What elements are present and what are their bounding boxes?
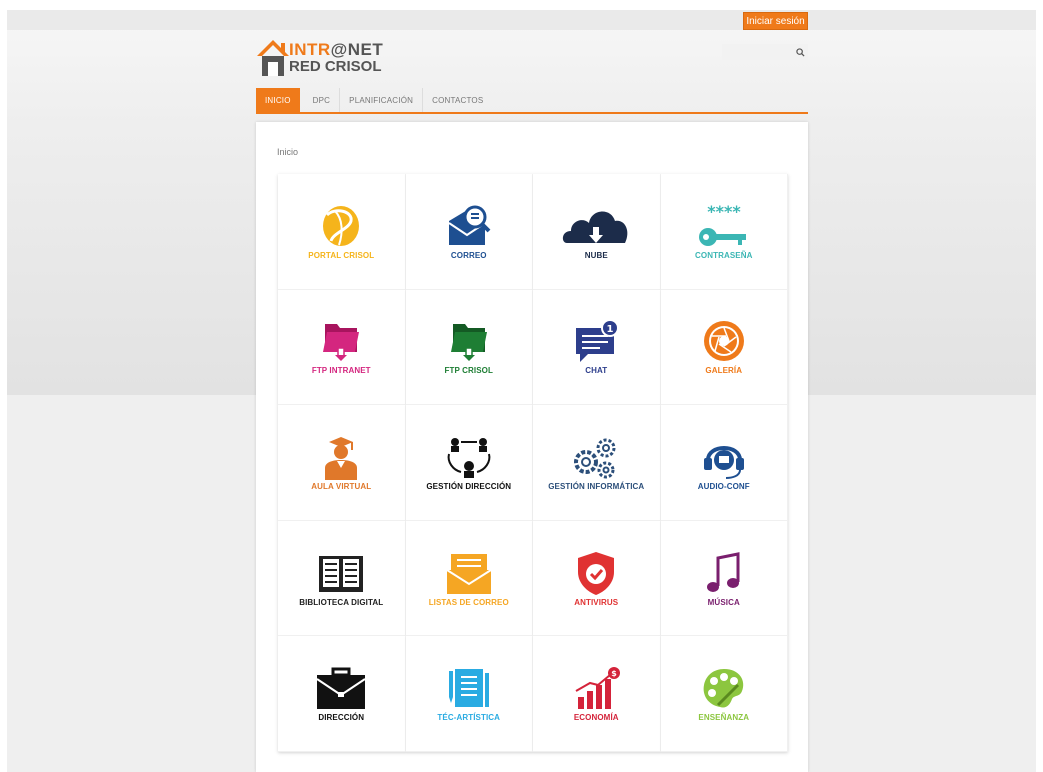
document-pencil-icon — [448, 669, 489, 708]
svg-text:$: $ — [611, 669, 617, 678]
tile-label: CHAT — [585, 366, 608, 376]
tile-label: FTP INTRANET — [311, 366, 371, 376]
gears-icon — [574, 438, 616, 479]
tile-chat[interactable]: 1 CHAT — [533, 289, 661, 406]
tile-label: MÚSICA — [707, 597, 740, 607]
music-note-icon — [706, 551, 740, 592]
tile-galeria[interactable]: GALERÍA — [660, 289, 788, 406]
tile-label: CORREO — [450, 250, 487, 260]
tile-contrasena[interactable]: **** CONTRASEÑA — [660, 174, 788, 290]
nav-item-dpc[interactable]: DPC — [304, 88, 341, 112]
top-bar — [7, 10, 1036, 30]
chat-icon: 1 — [576, 319, 620, 363]
svg-text:1: 1 — [607, 324, 614, 335]
camera-shutter-icon — [703, 321, 744, 362]
nav-item-inicio[interactable]: INICIO — [256, 88, 300, 112]
globe-icon — [323, 205, 360, 246]
tile-ftp-crisol[interactable]: FTP CRISOL — [405, 289, 533, 406]
headset-icon — [703, 446, 744, 479]
tile-ensenanza[interactable]: ENSEÑANZA — [660, 636, 788, 752]
app-grid: PORTAL CRISOL CORREO NUBE **** CONTRASEÑ… — [278, 174, 788, 752]
tile-direccion[interactable]: DIRECCIÓN — [278, 636, 406, 752]
tile-label: ECONOMÍA — [573, 713, 619, 723]
palette-icon — [703, 669, 743, 708]
tile-musica[interactable]: MÚSICA — [660, 520, 788, 637]
svg-text:****: **** — [707, 203, 741, 221]
briefcase-icon — [316, 667, 366, 710]
tile-label: GESTIÓN INFORMÁTICA — [548, 481, 645, 491]
book-icon — [319, 555, 364, 592]
tile-ftp-intranet[interactable]: FTP INTRANET — [278, 289, 406, 406]
tile-correo[interactable]: CORREO — [405, 174, 533, 290]
tile-label: BIBLIOTECA DIGITAL — [299, 597, 384, 607]
tile-label: NUBE — [584, 250, 608, 260]
tile-tec-artistica[interactable]: TÉC-ARTÍSTICA — [405, 636, 533, 752]
tile-label: PORTAL CRISOL — [308, 250, 375, 260]
shield-check-icon — [578, 551, 615, 595]
team-cycle-icon — [447, 437, 491, 478]
envelope-list-icon — [446, 553, 492, 594]
mail-search-icon — [448, 205, 491, 245]
logo-subtitle: RED CRISOL — [289, 58, 382, 75]
tile-listas-de-correo[interactable]: LISTAS DE CORREO — [405, 520, 533, 637]
tile-portal-crisol[interactable]: PORTAL CRISOL — [278, 174, 406, 290]
search-box — [722, 44, 808, 60]
tile-label: TÉC-ARTÍSTICA — [437, 713, 501, 723]
tile-label: AUDIO-CONF — [697, 481, 750, 491]
tile-nube[interactable]: NUBE — [533, 174, 661, 290]
graduate-icon — [325, 436, 358, 480]
tile-audio-conf[interactable]: AUDIO-CONF — [660, 405, 788, 521]
tile-label: LISTAS DE CORREO — [428, 597, 509, 607]
breadcrumb: Inicio — [277, 147, 299, 157]
tile-antivirus[interactable]: ANTIVIRUS — [533, 520, 661, 637]
tile-label: GALERÍA — [705, 366, 743, 376]
login-button[interactable]: Iniciar sesión — [743, 12, 808, 30]
tile-label: GESTIÓN DIRECCIÓN — [426, 481, 512, 491]
house-logo-icon — [257, 40, 289, 76]
tile-label: DIRECCIÓN — [318, 713, 365, 723]
nav-item-contactos[interactable]: CONTACTOS — [423, 88, 492, 112]
search-input[interactable] — [722, 44, 792, 60]
search-icon — [795, 47, 805, 57]
tile-label: ANTIVIRUS — [574, 597, 619, 607]
tile-label: CONTRASEÑA — [695, 250, 753, 260]
main-nav: INICIO DPC PLANIFICACIÓN CONTACTOS — [256, 88, 808, 114]
folder-download-icon — [323, 324, 360, 362]
folder-download-icon — [450, 324, 487, 362]
logo-title: INTR@NET — [289, 40, 384, 59]
tile-aula-virtual[interactable]: AULA VIRTUAL — [278, 405, 406, 521]
tile-economia[interactable]: $ ECONOMÍA — [533, 636, 661, 752]
tile-label: AULA VIRTUAL — [311, 481, 372, 491]
content-panel: Inicio PORTAL CRISOL CORREO NUBE **** CO… — [256, 122, 808, 772]
site-logo[interactable]: INTR@NET RED CRISOL — [256, 38, 396, 80]
tile-biblioteca-digital[interactable]: BIBLIOTECA DIGITAL — [278, 520, 406, 637]
cloud-download-icon — [563, 211, 628, 243]
tile-gestion-direccion[interactable]: GESTIÓN DIRECCIÓN — [405, 405, 533, 521]
nav-item-planificacion[interactable]: PLANIFICACIÓN — [340, 88, 424, 112]
key-password-icon: **** — [698, 203, 746, 246]
bar-growth-icon: $ — [575, 667, 621, 710]
tile-label: FTP CRISOL — [444, 366, 493, 376]
search-button[interactable] — [792, 44, 808, 60]
tile-gestion-informatica[interactable]: GESTIÓN INFORMÁTICA — [533, 405, 661, 521]
tile-label: ENSEÑANZA — [698, 713, 750, 723]
